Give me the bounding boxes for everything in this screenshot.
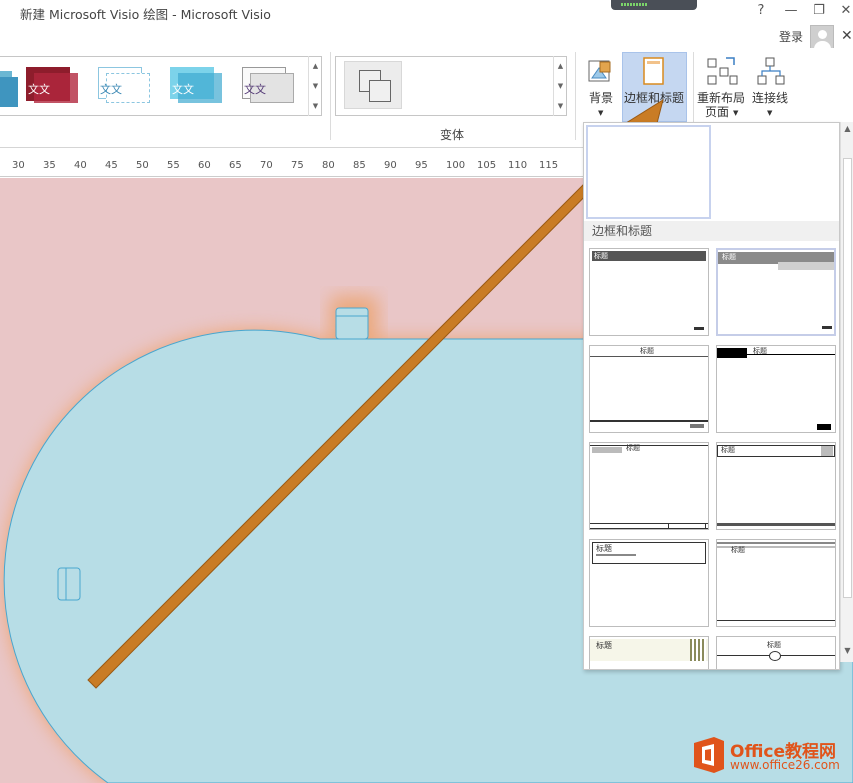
login-link[interactable]: 登录 <box>779 28 803 45</box>
thumb-title: 标题 <box>731 546 745 555</box>
office-logo-icon <box>690 735 728 775</box>
connector-icon <box>756 56 786 88</box>
theme-label: 文文 <box>100 81 122 97</box>
ruler-tick: 115 <box>539 160 558 171</box>
gallery-more-icon[interactable]: ▼ <box>309 96 322 116</box>
minimize-button[interactable]: — <box>782 3 800 18</box>
theme-cyan[interactable]: 文文 <box>168 65 224 109</box>
chevron-down-icon: ▼ <box>598 106 603 120</box>
help-button[interactable]: ? <box>752 3 770 18</box>
gallery-more-icon[interactable]: ▼ <box>554 96 567 116</box>
relayout-icon <box>706 56 738 88</box>
theme-light-blue[interactable]: 文文 <box>96 65 152 109</box>
scroll-up-icon[interactable]: ▲ <box>841 124 853 133</box>
border-style-option[interactable]: 标题 <box>589 345 709 433</box>
scroll-up-icon[interactable]: ▲ <box>309 56 322 76</box>
ruler-tick: 40 <box>74 160 87 171</box>
section-header: 边框和标题 <box>584 221 840 241</box>
thumb-title: 标题 <box>626 444 640 453</box>
scroll-down-icon[interactable]: ▼ <box>554 76 567 96</box>
ruler-tick: 80 <box>322 160 335 171</box>
ruler-tick: 75 <box>291 160 304 171</box>
ruler-tick: 45 <box>105 160 118 171</box>
ruler-tick: 60 <box>198 160 211 171</box>
borders-titles-dropdown: 边框和标题 标题 标题 标题 标题 标题 标题 <box>583 122 840 670</box>
left-connector-shape[interactable] <box>58 568 80 600</box>
ribbon-divider <box>575 52 576 140</box>
borders-titles-label: 边框和标题 <box>624 91 684 105</box>
border-style-option[interactable]: 标题 <box>716 539 836 627</box>
thumb-title: 标题 <box>596 641 612 650</box>
border-style-option[interactable]: 标题 <box>589 442 709 530</box>
title-bar: 新建 Microsoft Visio 绘图 - Microsoft Visio … <box>0 0 853 26</box>
relayout-label: 重新布局 <box>697 91 745 105</box>
horizontal-ruler: 30 35 40 45 50 55 60 65 70 75 80 85 90 9… <box>0 155 583 177</box>
border-style-option[interactable]: 标题 <box>716 442 836 530</box>
thumb-title: 标题 <box>767 641 781 650</box>
thumb-title: 标题 <box>722 253 736 262</box>
avatar[interactable] <box>810 25 834 49</box>
themes-gallery-scroll[interactable]: ▲ ▼ ▼ <box>308 56 322 116</box>
scroll-up-icon[interactable]: ▲ <box>554 56 567 76</box>
ruler-tick: 90 <box>384 160 397 171</box>
ruler-tick: 95 <box>415 160 428 171</box>
variants-gallery <box>335 56 567 116</box>
chevron-down-icon: ▼ <box>733 106 738 120</box>
scroll-down-icon[interactable]: ▼ <box>841 646 853 655</box>
no-border-option[interactable] <box>586 125 711 219</box>
window-title: 新建 Microsoft Visio 绘图 - Microsoft Visio <box>20 4 271 23</box>
watermark-url: www.office26.com <box>730 758 840 772</box>
scroll-down-icon[interactable]: ▼ <box>309 76 322 96</box>
theme-label: 文文 <box>28 81 50 97</box>
variants-group-label: 变体 <box>440 126 464 143</box>
ruler-tick: 100 <box>446 160 465 171</box>
connectors-label: 连接线 <box>752 91 788 105</box>
top-connector-shape[interactable] <box>336 308 368 339</box>
border-style-option[interactable]: 标题 <box>589 539 709 627</box>
background-label: 背景 <box>589 91 613 105</box>
border-title-icon <box>641 56 667 86</box>
close-button[interactable]: ✕ <box>837 3 853 18</box>
ruler-tick: 85 <box>353 160 366 171</box>
ruler-tick: 55 <box>167 160 180 171</box>
theme-label: 文文 <box>172 81 194 97</box>
ruler-tick: 105 <box>477 160 496 171</box>
theme-red[interactable]: 文文 <box>24 65 80 109</box>
border-style-option[interactable]: 标题 <box>589 248 709 336</box>
restore-button[interactable]: ❐ <box>810 3 828 18</box>
variants-gallery-scroll[interactable]: ▲ ▼ ▼ <box>553 56 567 116</box>
chevron-down-icon: ▼ <box>767 106 772 120</box>
background-icon <box>586 56 614 86</box>
theme-label: 文文 <box>244 81 266 97</box>
themes-gallery: 文文 文文 文文 文文 <box>0 56 322 116</box>
ribbon-close-icon[interactable]: ✕ <box>841 28 853 44</box>
border-style-option[interactable]: 标题 <box>716 345 836 433</box>
activity-indicator <box>611 0 697 10</box>
ruler-tick: 35 <box>43 160 56 171</box>
watermark-logo: Office教程网 www.office26.com <box>690 735 850 777</box>
thumb-title: 标题 <box>753 347 767 356</box>
theme-gray[interactable]: 文文 <box>240 65 296 109</box>
ruler-tick: 30 <box>12 160 25 171</box>
ruler-tick: 110 <box>508 160 527 171</box>
ribbon-divider <box>330 52 331 140</box>
scroll-thumb[interactable] <box>843 158 852 598</box>
relayout-sub-label: 页面 <box>705 105 729 119</box>
border-style-option[interactable]: 标题 <box>716 636 836 670</box>
ruler-tick: 70 <box>260 160 273 171</box>
vertical-scrollbar[interactable]: ▲ ▼ <box>840 122 853 662</box>
thumb-title: 标题 <box>594 252 608 261</box>
variant-item[interactable] <box>344 61 402 109</box>
ruler-tick: 65 <box>229 160 242 171</box>
thumb-title: 标题 <box>721 446 735 455</box>
border-style-option[interactable]: 标题 <box>716 248 836 336</box>
ruler-tick: 50 <box>136 160 149 171</box>
thumb-title: 标题 <box>596 544 612 553</box>
thumb-title: 标题 <box>640 347 654 356</box>
border-style-option[interactable]: 标题 <box>589 636 709 670</box>
